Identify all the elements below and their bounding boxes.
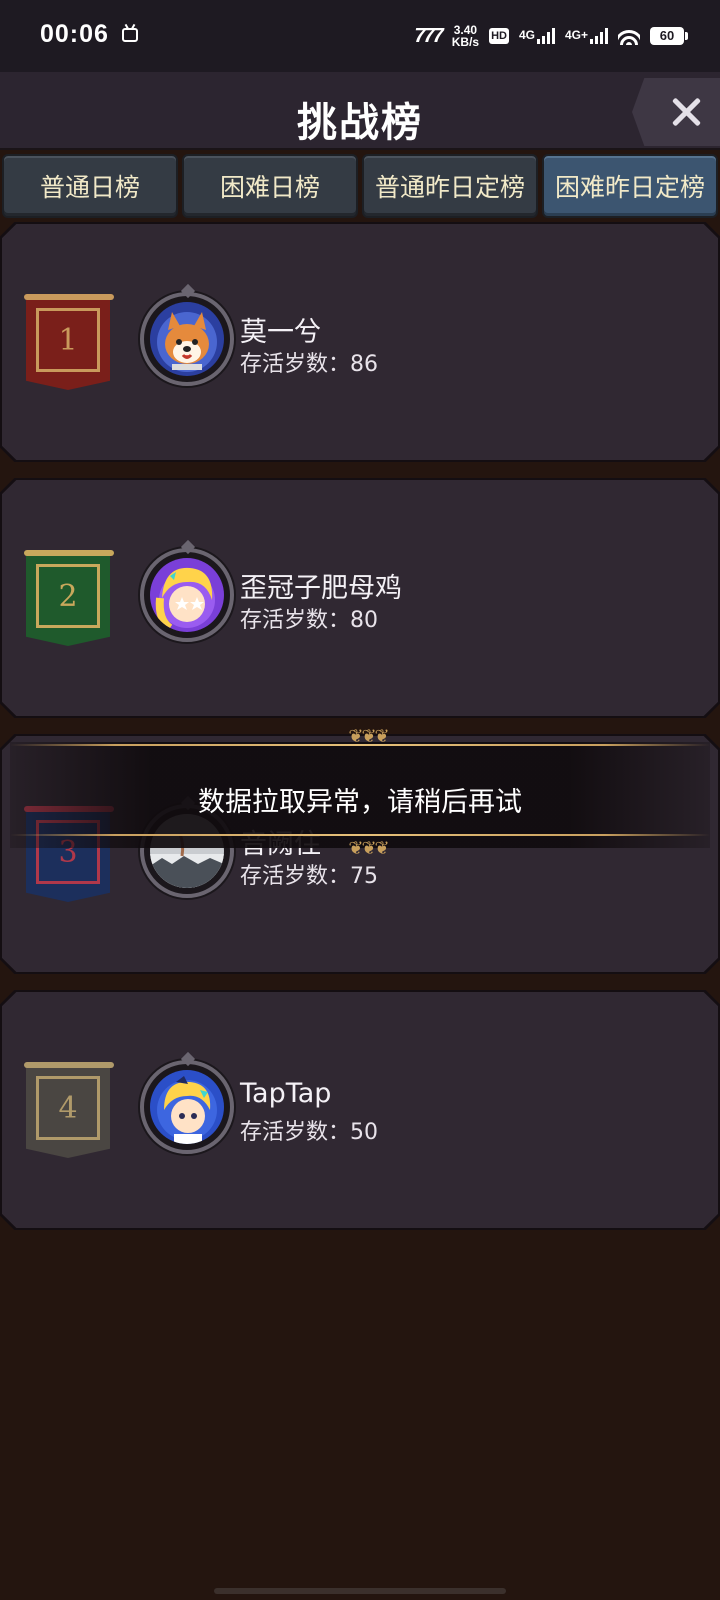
shiba-dog-avatar-icon bbox=[150, 302, 224, 376]
tab-normal-daily[interactable]: 普通日榜 bbox=[2, 154, 178, 218]
hd-icon: HD bbox=[489, 28, 509, 44]
tab-hard-daily[interactable]: 困难日榜 bbox=[182, 154, 358, 218]
player-name: 歪冠子肥母鸡 bbox=[240, 573, 402, 604]
leaderboard-row[interactable]: 4 TapTap 存活岁数：50 bbox=[2, 992, 718, 1228]
player-name: TapTap bbox=[240, 1078, 332, 1109]
rank-banner: 2 bbox=[24, 550, 114, 646]
rank-number: 2 bbox=[36, 564, 100, 628]
rank-banner: 4 bbox=[24, 1062, 114, 1158]
ornament-bottom-icon: ❦❦❦ bbox=[348, 838, 389, 859]
header-bar: 挑战榜 bbox=[0, 72, 720, 150]
avatar[interactable] bbox=[140, 548, 234, 642]
avatar[interactable] bbox=[140, 292, 234, 386]
avatar[interactable] bbox=[140, 1060, 234, 1154]
carrier-logo-icon: 777 bbox=[414, 24, 443, 47]
error-toast: ❦❦❦ 数据拉取异常，请稍后再试 ❦❦❦ bbox=[10, 726, 710, 859]
tv-app-icon bbox=[122, 28, 138, 42]
toast-message: 数据拉取异常，请稍后再试 bbox=[198, 787, 522, 818]
battery-icon: 60 bbox=[650, 27, 688, 45]
player-name: 莫一兮 bbox=[240, 317, 321, 348]
status-time: 00:06 bbox=[40, 20, 109, 48]
network-speed: 3.40 KB/s bbox=[451, 23, 480, 49]
toast-line-top bbox=[10, 744, 710, 746]
player-score: 存活岁数：75 bbox=[240, 864, 378, 889]
player-score: 存活岁数：50 bbox=[240, 1120, 378, 1145]
signal-4g: 4G bbox=[519, 28, 555, 44]
signal-bars-icon bbox=[590, 28, 608, 44]
signal-bars-icon bbox=[536, 28, 555, 44]
leaderboard-row[interactable]: 1 莫一兮 存活岁数：86 bbox=[2, 224, 718, 460]
rank-number: 1 bbox=[36, 308, 100, 372]
taptap-mascot-avatar-icon bbox=[150, 1070, 224, 1144]
player-score: 存活岁数：86 bbox=[240, 352, 378, 377]
close-button[interactable] bbox=[632, 78, 720, 146]
home-indicator[interactable] bbox=[214, 1588, 506, 1594]
player-score: 存活岁数：80 bbox=[240, 608, 378, 633]
leaderboard-row[interactable]: 2 歪冠子肥母鸡 存活岁数：80 bbox=[2, 480, 718, 716]
wifi-icon bbox=[618, 27, 640, 45]
toast-line-bottom bbox=[10, 834, 710, 836]
status-indicators: 777 3.40 KB/s HD 4G 4G+ 60 bbox=[414, 23, 688, 49]
signal-4g-plus: 4G+ bbox=[565, 28, 608, 44]
close-icon bbox=[670, 96, 702, 128]
tab-normal-yesterday-final[interactable]: 普通昨日定榜 bbox=[362, 154, 538, 218]
rank-banner: 1 bbox=[24, 294, 114, 390]
page-title: 挑战榜 bbox=[297, 100, 423, 146]
tab-hard-yesterday-final[interactable]: 困难昨日定榜 bbox=[542, 154, 718, 218]
rank-number: 4 bbox=[36, 1076, 100, 1140]
leaderboard-tabs: 普通日榜 困难日榜 普通昨日定榜 困难昨日定榜 bbox=[0, 154, 720, 220]
status-bar: 00:06 777 3.40 KB/s HD 4G 4G+ 60 bbox=[0, 0, 720, 72]
anime-girl-avatar-icon bbox=[150, 558, 224, 632]
